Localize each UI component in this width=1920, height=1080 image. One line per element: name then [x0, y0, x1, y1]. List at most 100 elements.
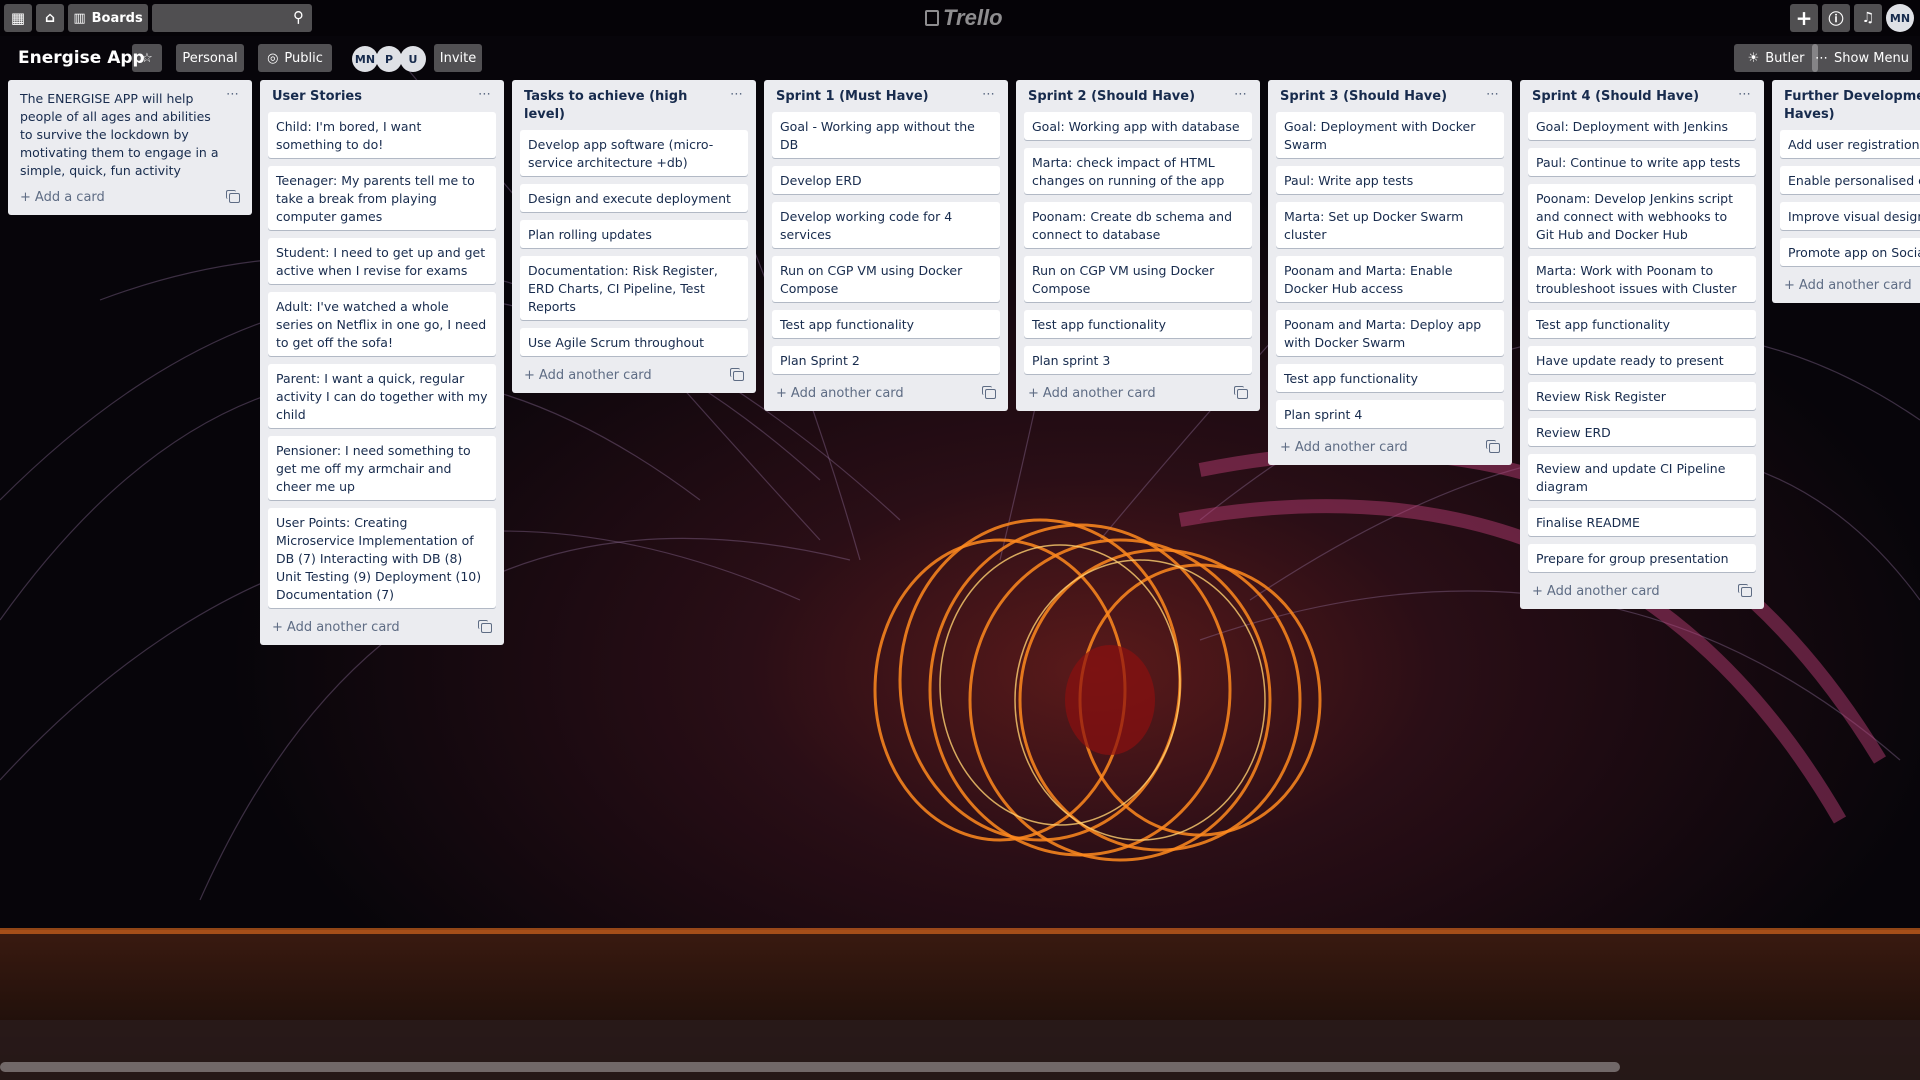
search-icon[interactable]: ⚲	[293, 8, 304, 26]
invite-button[interactable]: Invite	[434, 44, 482, 72]
member-avatar-u[interactable]: U	[400, 46, 426, 72]
card[interactable]: Have update ready to present	[1528, 346, 1756, 374]
card[interactable]: Develop ERD	[772, 166, 1000, 194]
member-avatar-p[interactable]: P	[376, 46, 402, 72]
list-sprint-1[interactable]: Sprint 1 (Must Have) ⋯ Goal - Working ap…	[764, 80, 1008, 411]
create-icon[interactable]: +	[1790, 4, 1818, 32]
member-avatar-mn[interactable]: MN	[352, 46, 378, 72]
card[interactable]: Use Agile Scrum throughout	[520, 328, 748, 356]
card[interactable]: Add user registration	[1780, 130, 1920, 158]
card[interactable]: Marta: Set up Docker Swarm cluster	[1276, 202, 1504, 248]
card[interactable]: Run on CGP VM using Docker Compose	[772, 256, 1000, 302]
apps-icon[interactable]: ▦	[4, 4, 32, 32]
list-tasks-high-level[interactable]: Tasks to achieve (high level) ⋯ Develop …	[512, 80, 756, 393]
card[interactable]: Child: I'm bored, I want something to do…	[268, 112, 496, 158]
card[interactable]: Goal: Deployment with Jenkins	[1528, 112, 1756, 140]
card[interactable]: Plan rolling updates	[520, 220, 748, 248]
card[interactable]: Test app functionality	[772, 310, 1000, 338]
card[interactable]: Poonam and Marta: Deploy app with Docker…	[1276, 310, 1504, 356]
card[interactable]: Poonam: Create db schema and connect to …	[1024, 202, 1252, 248]
card[interactable]: Adult: I've watched a whole series on Ne…	[268, 292, 496, 356]
card[interactable]: Parent: I want a quick, regular activity…	[268, 364, 496, 428]
add-card-button[interactable]: + Add another card	[1028, 386, 1156, 401]
add-card-button[interactable]: + Add another card	[1280, 440, 1408, 455]
card[interactable]: Finalise README	[1528, 508, 1756, 536]
card[interactable]: Plan sprint 3	[1024, 346, 1252, 374]
card[interactable]: Goal: Working app with database	[1024, 112, 1252, 140]
list-title[interactable]: Tasks to achieve (high level)	[524, 88, 730, 124]
list-sprint-3[interactable]: Sprint 3 (Should Have) ⋯ Goal: Deploymen…	[1268, 80, 1512, 465]
card[interactable]: Enable personalised con	[1780, 166, 1920, 194]
add-card-button[interactable]: + Add another card	[776, 386, 904, 401]
card-template-icon[interactable]	[1486, 439, 1500, 453]
list-title[interactable]: Further Development (C Would Haves)	[1784, 88, 1920, 124]
list-menu-icon[interactable]: ⋯	[226, 88, 240, 102]
add-card-button[interactable]: + Add another card	[272, 620, 400, 635]
list-user-stories[interactable]: User Stories ⋯ Child: I'm bored, I want …	[260, 80, 504, 645]
home-icon[interactable]: ⌂	[36, 4, 64, 32]
list-menu-icon[interactable]: ⋯	[1486, 88, 1500, 102]
card[interactable]: Review and update CI Pipeline diagram	[1528, 454, 1756, 500]
card[interactable]: Promote app on Social M	[1780, 238, 1920, 266]
card[interactable]: Student: I need to get up and get active…	[268, 238, 496, 284]
card[interactable]: Marta: check impact of HTML changes on r…	[1024, 148, 1252, 194]
card[interactable]: Paul: Write app tests	[1276, 166, 1504, 194]
card[interactable]: Design and execute deployment	[520, 184, 748, 212]
add-card-button[interactable]: + Add another card	[1532, 584, 1660, 599]
card[interactable]: User Points: Creating Microservice Imple…	[268, 508, 496, 608]
boards-button[interactable]: ▥ Boards	[68, 4, 148, 32]
list-menu-icon[interactable]: ⋯	[1234, 88, 1248, 102]
card[interactable]: Documentation: Risk Register, ERD Charts…	[520, 256, 748, 320]
user-avatar[interactable]: MN	[1886, 4, 1914, 32]
card[interactable]: Test app functionality	[1276, 364, 1504, 392]
info-icon[interactable]: ⓘ	[1822, 4, 1850, 32]
card[interactable]: Improve visual design	[1780, 202, 1920, 230]
add-card-button[interactable]: + Add another card	[524, 368, 652, 383]
card[interactable]: Paul: Continue to write app tests	[1528, 148, 1756, 176]
list-sprint-4[interactable]: Sprint 4 (Should Have) ⋯ Goal: Deploymen…	[1520, 80, 1764, 609]
card-template-icon[interactable]	[982, 385, 996, 399]
card-template-icon[interactable]	[478, 619, 492, 633]
card[interactable]: Teenager: My parents tell me to take a b…	[268, 166, 496, 230]
card-template-icon[interactable]	[226, 189, 240, 203]
add-card-button[interactable]: + Add a card	[20, 190, 105, 205]
list-title[interactable]: Sprint 1 (Must Have)	[776, 88, 929, 106]
list-menu-icon[interactable]: ⋯	[478, 88, 492, 102]
notifications-bell-icon[interactable]: ♫	[1854, 4, 1882, 32]
list-menu-icon[interactable]: ⋯	[982, 88, 996, 102]
card[interactable]: Plan sprint 4	[1276, 400, 1504, 428]
card[interactable]: Prepare for group presentation	[1528, 544, 1756, 572]
card[interactable]: Review ERD	[1528, 418, 1756, 446]
card[interactable]: Marta: Work with Poonam to troubleshoot …	[1528, 256, 1756, 302]
list-sprint-2[interactable]: Sprint 2 (Should Have) ⋯ Goal: Working a…	[1016, 80, 1260, 411]
card[interactable]: Poonam and Marta: Enable Docker Hub acce…	[1276, 256, 1504, 302]
card[interactable]: Develop working code for 4 services	[772, 202, 1000, 248]
list-description[interactable]: ⋯ The ENERGISE APP will help people of a…	[8, 80, 252, 215]
search-input[interactable]: ⚲	[152, 4, 312, 32]
butler-button[interactable]: ☀ Butler	[1734, 44, 1818, 72]
card-template-icon[interactable]	[1738, 583, 1752, 597]
card[interactable]: Run on CGP VM using Docker Compose	[1024, 256, 1252, 302]
star-board-button[interactable]: ☆	[132, 44, 162, 72]
list-menu-icon[interactable]: ⋯	[730, 88, 744, 102]
card[interactable]: Develop app software (micro-service arch…	[520, 130, 748, 176]
board-horizontal-scrollbar[interactable]	[0, 1062, 1620, 1072]
team-visibility-button[interactable]: Personal	[176, 44, 244, 72]
show-menu-button[interactable]: ⋯ Show Menu	[1812, 44, 1912, 72]
public-visibility-button[interactable]: ◎ Public	[258, 44, 332, 72]
board-title[interactable]: Energise App	[18, 44, 145, 72]
list-menu-icon[interactable]: ⋯	[1738, 88, 1752, 102]
list-title[interactable]: Sprint 3 (Should Have)	[1280, 88, 1447, 106]
add-card-button[interactable]: + Add another card	[1784, 278, 1912, 293]
list-title[interactable]: User Stories	[272, 88, 362, 106]
list-title[interactable]: Sprint 2 (Should Have)	[1028, 88, 1195, 106]
card[interactable]: Review Risk Register	[1528, 382, 1756, 410]
card[interactable]: Goal: Deployment with Docker Swarm	[1276, 112, 1504, 158]
list-further-development[interactable]: Further Development (C Would Haves) Add …	[1772, 80, 1920, 303]
list-title[interactable]: Sprint 4 (Should Have)	[1532, 88, 1699, 106]
card[interactable]: Test app functionality	[1024, 310, 1252, 338]
card[interactable]: Pensioner: I need something to get me of…	[268, 436, 496, 500]
card[interactable]: Plan Sprint 2	[772, 346, 1000, 374]
card-template-icon[interactable]	[1234, 385, 1248, 399]
card[interactable]: Poonam: Develop Jenkins script and conne…	[1528, 184, 1756, 248]
